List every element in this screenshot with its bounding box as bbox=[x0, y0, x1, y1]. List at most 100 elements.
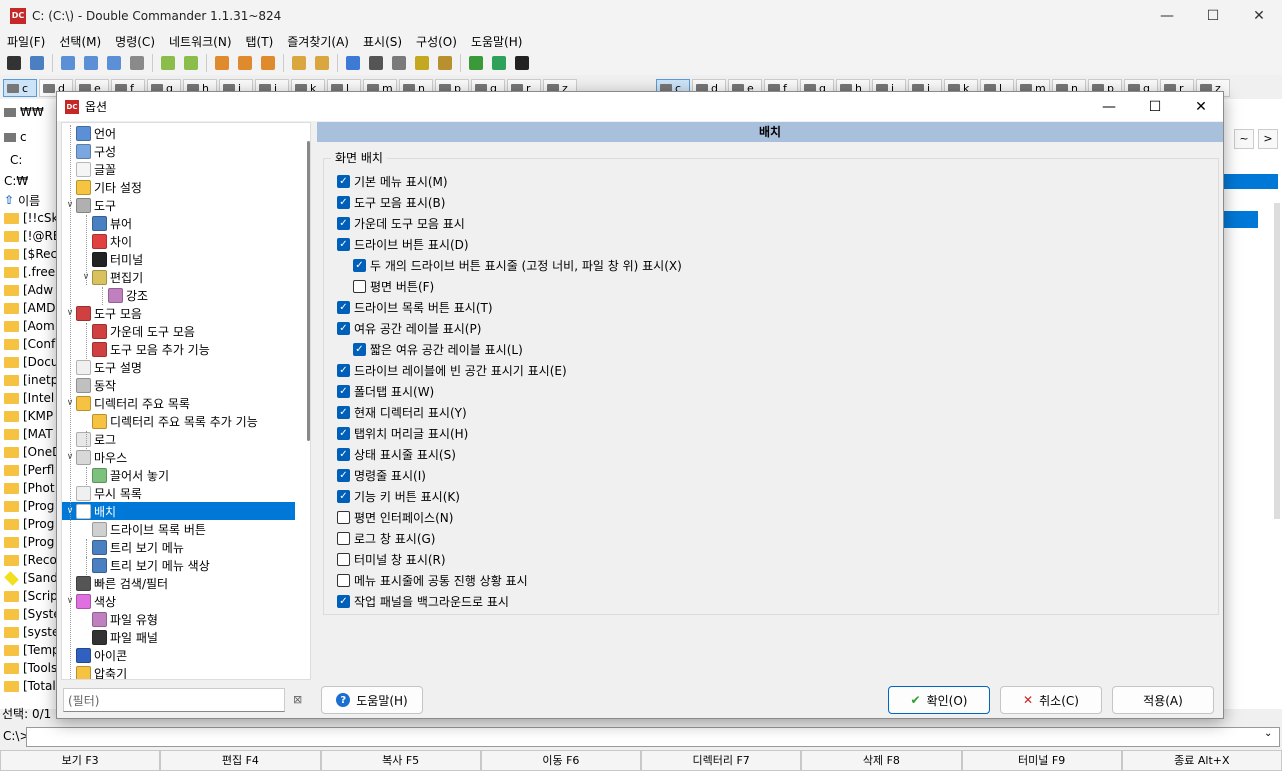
checkbox[interactable]: ✓ bbox=[337, 301, 350, 314]
option-checkbox[interactable]: 평면 인터페이스(N) bbox=[337, 509, 453, 526]
option-checkbox[interactable]: ✓ 가운데 도구 모음 표시 bbox=[337, 215, 465, 232]
ok-button[interactable]: ✔ 확인(O) bbox=[888, 686, 990, 714]
file-row[interactable]: [Scrip bbox=[4, 587, 56, 605]
maximize-button[interactable]: ☐ bbox=[1190, 0, 1236, 31]
search-icon[interactable] bbox=[235, 53, 255, 73]
tree-item[interactable]: 터미널 bbox=[80, 250, 143, 268]
tree-item[interactable]: ∨ 마우스 bbox=[64, 448, 127, 466]
tree-item[interactable]: 강조 bbox=[96, 286, 148, 304]
checkbox[interactable]: ✓ bbox=[337, 406, 350, 419]
menu-item[interactable]: 도움말(H) bbox=[464, 33, 530, 50]
checkbox[interactable]: ✓ bbox=[353, 259, 366, 272]
tree-item[interactable]: 글꼴 bbox=[64, 160, 116, 178]
file-row[interactable]: [Tools bbox=[4, 659, 56, 677]
file-row[interactable]: [.free bbox=[4, 263, 56, 281]
checkbox[interactable] bbox=[337, 511, 350, 524]
gear-icon[interactable] bbox=[27, 53, 47, 73]
7zip-icon[interactable] bbox=[512, 53, 532, 73]
option-checkbox[interactable]: ✓ 작업 패널을 백그라운드로 표시 bbox=[337, 593, 509, 610]
option-checkbox[interactable]: ✓ 기본 메뉴 표시(M) bbox=[337, 173, 448, 190]
option-checkbox[interactable]: 로그 창 표시(G) bbox=[337, 530, 436, 547]
option-checkbox[interactable]: ✓ 여유 공간 레이블 표시(P) bbox=[337, 320, 481, 337]
menu-item[interactable]: 네트워크(N) bbox=[162, 33, 239, 50]
dialog-close-button[interactable]: ✕ bbox=[1178, 92, 1224, 121]
menu-item[interactable]: 즐겨찾기(A) bbox=[280, 33, 356, 50]
tree-item[interactable]: 파일 유형 bbox=[80, 610, 158, 628]
option-checkbox[interactable]: 메뉴 표시줄에 공통 진행 상황 표시 bbox=[337, 572, 528, 589]
tree-item[interactable]: ∨ 편집기 bbox=[80, 268, 143, 286]
file-row[interactable]: [Prog bbox=[4, 497, 56, 515]
menu-item[interactable]: 명령(C) bbox=[108, 33, 162, 50]
checkbox[interactable]: ✓ bbox=[337, 238, 350, 251]
file-row[interactable]: [inetp bbox=[4, 371, 56, 389]
tree-item[interactable]: ∨ 도구 모음 bbox=[64, 304, 142, 322]
multirename-icon[interactable] bbox=[212, 53, 232, 73]
file-row[interactable]: [!!cSk bbox=[4, 209, 56, 227]
tree-item[interactable]: 무시 목록 bbox=[64, 484, 142, 502]
checkbox[interactable]: ✓ bbox=[337, 322, 350, 335]
tree-item[interactable]: 뷰어 bbox=[80, 214, 132, 232]
option-checkbox[interactable]: ✓ 폴더탭 표시(W) bbox=[337, 383, 434, 400]
checkbox[interactable] bbox=[337, 532, 350, 545]
menu-item[interactable]: 파일(F) bbox=[0, 33, 52, 50]
file-row[interactable]: [Phot bbox=[4, 479, 56, 497]
left-panel-tab[interactable]: c bbox=[4, 128, 56, 146]
fkey-button[interactable]: 편집 F4 bbox=[160, 750, 321, 771]
tree-item[interactable]: ∨ 도구 bbox=[64, 196, 116, 214]
option-checkbox[interactable]: ✓ 드라이브 레이블에 빈 공간 표시기 표시(E) bbox=[337, 362, 567, 379]
full-view-icon[interactable] bbox=[81, 53, 101, 73]
notepad-icon[interactable] bbox=[412, 53, 432, 73]
thumb-view-icon[interactable] bbox=[104, 53, 124, 73]
edit-icon[interactable] bbox=[389, 53, 409, 73]
sync-icon[interactable] bbox=[258, 53, 278, 73]
file-row[interactable]: [OneD bbox=[4, 443, 56, 461]
file-row[interactable]: [Docu bbox=[4, 353, 56, 371]
tree-item[interactable]: ∨ 색상 bbox=[64, 592, 116, 610]
book-icon[interactable] bbox=[489, 53, 509, 73]
option-checkbox[interactable]: ✓ 드라이브 버튼 표시(D) bbox=[337, 236, 469, 253]
option-checkbox[interactable]: 평면 버튼(F) bbox=[353, 278, 434, 295]
clear-filter-icon[interactable]: ⊠ bbox=[293, 693, 309, 709]
file-row[interactable]: [Intel bbox=[4, 389, 56, 407]
checkbox[interactable]: ✓ bbox=[337, 175, 350, 188]
cancel-button[interactable]: ✕ 취소(C) bbox=[1000, 686, 1102, 714]
option-checkbox[interactable]: ✓ 현재 디렉터리 표시(Y) bbox=[337, 404, 467, 421]
fkey-button[interactable]: 디렉터리 F7 bbox=[641, 750, 802, 771]
checkbox[interactable]: ✓ bbox=[337, 595, 350, 608]
tree-item[interactable]: 차이 bbox=[80, 232, 132, 250]
file-row[interactable]: [Aom bbox=[4, 317, 56, 335]
fkey-button[interactable]: 보기 F3 bbox=[0, 750, 161, 771]
tree-item[interactable]: 아이콘 bbox=[64, 646, 127, 664]
left-drive-label[interactable]: ₩₩ bbox=[4, 103, 56, 121]
file-row[interactable]: [$Rec bbox=[4, 245, 56, 263]
tree-item[interactable]: ∨ 배치 bbox=[62, 502, 295, 520]
pack-icon[interactable] bbox=[289, 53, 309, 73]
refresh-icon[interactable] bbox=[466, 53, 486, 73]
option-checkbox[interactable]: ✓ 기능 키 버튼 표시(K) bbox=[337, 488, 460, 505]
file-row[interactable]: [Syste bbox=[4, 605, 56, 623]
option-checkbox[interactable]: 터미널 창 표시(R) bbox=[337, 551, 446, 568]
dialog-maximize-button[interactable]: ☐ bbox=[1132, 92, 1178, 121]
checkbox[interactable] bbox=[337, 553, 350, 566]
fkey-button[interactable]: 이동 F6 bbox=[480, 750, 641, 771]
fkey-button[interactable]: 터미널 F9 bbox=[961, 750, 1122, 771]
unpack-icon[interactable] bbox=[312, 53, 332, 73]
copy-left-icon[interactable] bbox=[158, 53, 178, 73]
option-checkbox[interactable]: ✓ 짧은 여유 공간 레이블 표시(L) bbox=[353, 341, 523, 358]
option-checkbox[interactable]: ✓ 상태 표시줄 표시(S) bbox=[337, 446, 456, 463]
history-button[interactable]: ~ bbox=[1234, 129, 1254, 149]
tree-item[interactable]: 기타 설정 bbox=[64, 178, 142, 196]
view-icon[interactable] bbox=[343, 53, 363, 73]
copy-right-icon[interactable] bbox=[181, 53, 201, 73]
help-button[interactable]: ? 도움말(H) bbox=[321, 686, 423, 714]
option-checkbox[interactable]: ✓ 탭위치 머리글 표시(H) bbox=[337, 425, 468, 442]
tree-item[interactable]: 드라이브 목록 버튼 bbox=[80, 520, 206, 538]
drive-button-c[interactable]: c bbox=[3, 79, 37, 97]
tree-item[interactable]: 도구 설명 bbox=[64, 358, 142, 376]
file-row[interactable]: [Prog bbox=[4, 515, 56, 533]
file-row[interactable]: [KMP bbox=[4, 407, 56, 425]
tree-item[interactable]: 트리 보기 메뉴 bbox=[80, 538, 184, 556]
menu-item[interactable]: 탭(T) bbox=[239, 33, 281, 50]
tree-item[interactable]: 로그 bbox=[64, 430, 116, 448]
fkey-button[interactable]: 삭제 F8 bbox=[801, 750, 962, 771]
